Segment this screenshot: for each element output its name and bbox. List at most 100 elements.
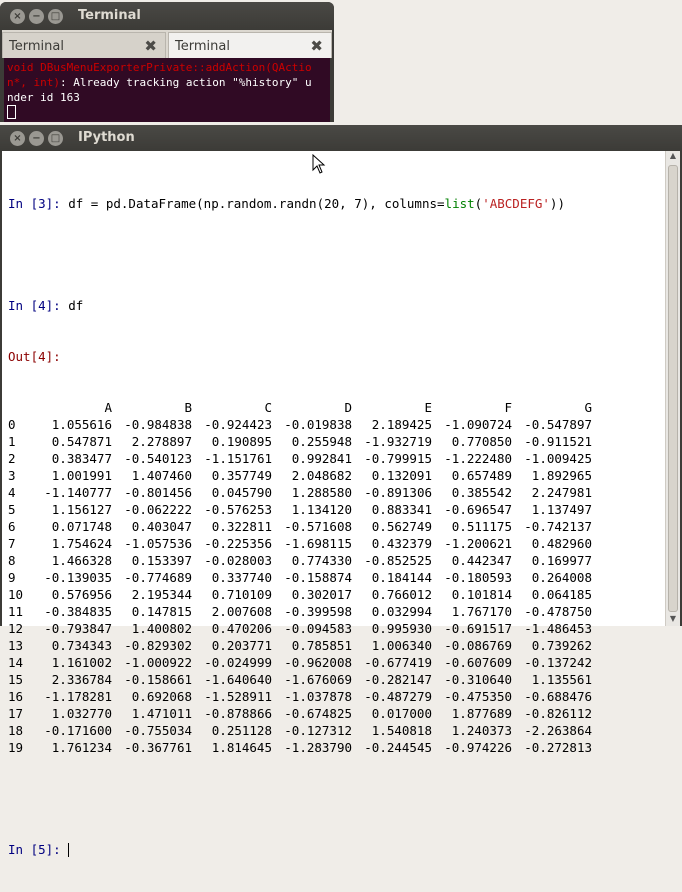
output-prompt-4: Out[4]:	[8, 348, 663, 365]
table-cell: 0.017000	[371, 706, 432, 721]
row-index: 2	[8, 451, 16, 466]
table-cell: 0.383477	[51, 451, 112, 466]
table-cell: 0.132091	[371, 468, 432, 483]
close-window-icon[interactable]: ×	[10, 131, 25, 146]
table-cell: -0.367761	[124, 740, 192, 755]
table-cell: 1.767170	[451, 604, 512, 619]
table-cell: -1.283790	[284, 740, 352, 755]
row-index: 8	[8, 553, 16, 568]
close-window-icon[interactable]: ×	[10, 9, 25, 24]
table-row: 18 -0.171600 -0.755034 0.251128 -0.127312 1.5…	[8, 722, 592, 739]
table-cell: -0.755034	[124, 723, 192, 738]
table-cell: -1.151761	[204, 451, 272, 466]
table-cell: 1.134120	[291, 502, 352, 517]
row-index: 14	[8, 655, 24, 670]
scroll-up-icon[interactable]: ▲	[666, 151, 680, 163]
table-cell: -1.200621	[444, 536, 512, 551]
table-cell: -0.547897	[524, 417, 592, 432]
table-cell: 1.288580	[291, 485, 352, 500]
table-cell: -0.180593	[444, 570, 512, 585]
table-cell: 1.400802	[131, 621, 192, 636]
table-cell: -0.742137	[524, 519, 592, 534]
table-cell: 0.203771	[211, 638, 272, 653]
table-cell: -0.475350	[444, 689, 512, 704]
terminal-tab-2[interactable]: Terminal ✖	[168, 32, 332, 58]
table-cell: 0.153397	[131, 553, 192, 568]
table-cell: 0.032994	[371, 604, 432, 619]
table-cell: 0.169977	[531, 553, 592, 568]
ipython-titlebar[interactable]: × − □ IPython	[0, 125, 682, 151]
row-index: 17	[8, 706, 24, 721]
table-cell: 0.071748	[51, 519, 112, 534]
close-tab-icon[interactable]: ✖	[144, 37, 157, 55]
table-cell: -1.009425	[524, 451, 592, 466]
table-cell: -0.774689	[124, 570, 192, 585]
table-cell: -0.984838	[124, 417, 192, 432]
table-row: 1 0.547871 2.278897 0.190895 0.255948 -1.9327…	[8, 433, 592, 450]
table-cell: 0.992841	[291, 451, 352, 466]
table-cell: -1.528911	[204, 689, 272, 704]
table-row: 0 1.055616 -0.984838 -0.924423 -0.019838 2.18…	[8, 416, 592, 433]
close-tab-icon[interactable]: ✖	[310, 37, 323, 55]
table-cell: 0.322811	[211, 519, 272, 534]
terminal-tab-1[interactable]: Terminal ✖	[2, 32, 166, 58]
table-cell: -1.222480	[444, 451, 512, 466]
ipython-console-area[interactable]: In [3]: df = pd.DataFrame(np.random.rand…	[2, 151, 680, 857]
table-cell: -0.852525	[364, 553, 432, 568]
table-cell: 0.190895	[211, 434, 272, 449]
dataframe-output: A B C D E F G 0 1.055616 -0.984838 -0.924423 -0.01…	[8, 399, 592, 756]
table-cell: 0.442347	[451, 553, 512, 568]
table-cell: -0.384835	[44, 604, 112, 619]
table-row: 15 2.336784 -0.158661 -1.640640 -1.676069 -0.…	[8, 671, 592, 688]
table-cell: 0.883341	[371, 502, 432, 517]
text-cursor	[68, 843, 70, 857]
table-cell: -1.698115	[284, 536, 352, 551]
table-cell: -0.801456	[124, 485, 192, 500]
table-cell: 0.255948	[291, 434, 352, 449]
vertical-scrollbar[interactable]: ▲ ▼	[665, 151, 680, 626]
input-line-4: In [4]: df	[8, 298, 84, 313]
table-cell: 0.766012	[371, 587, 432, 602]
table-cell: -0.158874	[284, 570, 352, 585]
scrollbar-thumb[interactable]	[668, 165, 678, 612]
table-cell: -0.062222	[124, 502, 192, 517]
table-cell: 0.064185	[531, 587, 592, 602]
table-cell: 0.337740	[211, 570, 272, 585]
terminal-line: n*, int): Already tracking action "%hist…	[7, 76, 312, 89]
terminal-titlebar[interactable]: × − □ Terminal	[0, 2, 334, 30]
table-cell: -0.478750	[524, 604, 592, 619]
minimize-window-icon[interactable]: −	[29, 9, 44, 24]
table-cell: 0.774330	[291, 553, 352, 568]
table-cell: 2.007608	[211, 604, 272, 619]
table-cell: -0.399598	[284, 604, 352, 619]
table-cell: -0.094583	[284, 621, 352, 636]
minimize-window-icon[interactable]: −	[29, 131, 44, 146]
table-row: 12 -0.793847 1.400802 0.470206 -0.094583 0.99…	[8, 620, 592, 637]
maximize-window-icon[interactable]: □	[48, 9, 63, 24]
column-header: G	[584, 400, 592, 415]
column-header: A	[104, 400, 112, 415]
table-cell: -1.932719	[364, 434, 432, 449]
table-cell: 1.892965	[531, 468, 592, 483]
table-cell: -0.691517	[444, 621, 512, 636]
input-line-5[interactable]: In [5]:	[8, 841, 663, 858]
table-cell: -1.486453	[524, 621, 592, 636]
row-index: 0	[8, 417, 16, 432]
row-index: 7	[8, 536, 16, 551]
terminal-output[interactable]: void DBusMenuExporterPrivate::addAction(…	[4, 58, 330, 122]
column-header: C	[264, 400, 272, 415]
ipython-console[interactable]: In [3]: df = pd.DataFrame(np.random.rand…	[8, 161, 663, 892]
table-cell: -0.024999	[204, 655, 272, 670]
row-index: 9	[8, 570, 16, 585]
table-cell: -1.057536	[124, 536, 192, 551]
row-index: 19	[8, 740, 24, 755]
table-cell: -0.282147	[364, 672, 432, 687]
scroll-down-icon[interactable]: ▼	[666, 614, 680, 626]
table-row: 10 0.576956 2.195344 0.710109 0.302017 0.7660…	[8, 586, 592, 603]
terminal-cursor	[7, 105, 16, 119]
maximize-window-icon[interactable]: □	[48, 131, 63, 146]
table-row: 19 1.761234 -0.367761 1.814645 -1.283790 -0.2…	[8, 739, 592, 756]
table-cell: -0.974226	[444, 740, 512, 755]
table-cell: 2.278897	[131, 434, 192, 449]
table-cell: -1.037878	[284, 689, 352, 704]
